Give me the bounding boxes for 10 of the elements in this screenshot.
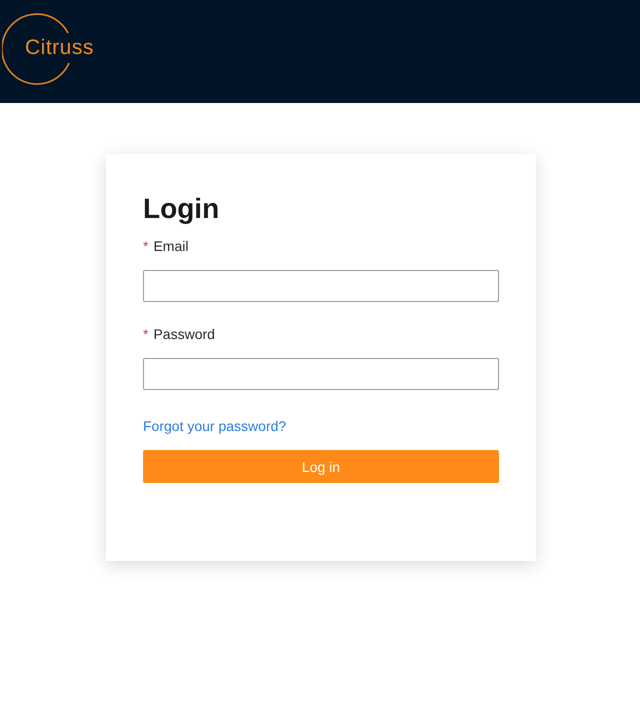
field-label: Email: [153, 238, 188, 256]
field-label: Password: [153, 326, 215, 344]
required-mark: *: [143, 326, 148, 344]
required-mark: *: [143, 238, 148, 256]
input-field[interactable]: [143, 358, 499, 390]
logo-text: Citruss: [25, 36, 94, 60]
login-title: Login: [143, 192, 220, 226]
input-field[interactable]: [143, 270, 499, 302]
login-button[interactable]: Log in: [143, 450, 499, 483]
forgot-password-link[interactable]: Forgot your password?: [143, 418, 286, 434]
